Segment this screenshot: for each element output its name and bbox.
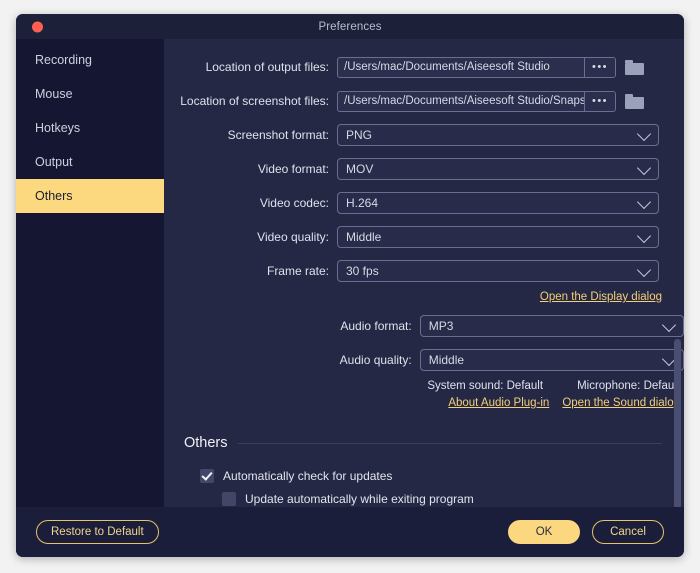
video-codec-row: Video codec: H.264 bbox=[164, 189, 684, 217]
about-audio-plugin-link[interactable]: About Audio Plug-in bbox=[448, 397, 549, 409]
audio-quality-label: Audio quality: bbox=[339, 353, 412, 367]
folder-icon[interactable] bbox=[625, 93, 644, 109]
frame-rate-select[interactable]: 30 fps bbox=[337, 260, 659, 282]
sidebar-item-label: Others bbox=[35, 189, 73, 203]
auto-check-updates-label: Automatically check for updates bbox=[223, 469, 393, 483]
audio-quality-row: Audio quality: Middle bbox=[164, 346, 684, 374]
video-quality-select[interactable]: Middle bbox=[337, 226, 659, 248]
screenshot-location-value[interactable]: /Users/mac/Documents/Aiseesoft Studio/Sn… bbox=[338, 95, 584, 107]
screenshot-format-label: Screenshot format: bbox=[227, 128, 329, 142]
video-quality-label: Video quality: bbox=[257, 230, 329, 244]
screenshot-format-value: PNG bbox=[346, 128, 373, 142]
auto-check-updates-row[interactable]: Automatically check for updates bbox=[164, 469, 684, 483]
frame-rate-row: Frame rate: 30 fps bbox=[164, 257, 684, 285]
microphone-label: Microphone: bbox=[577, 380, 641, 392]
audio-quality-select[interactable]: Middle bbox=[419, 349, 684, 371]
audio-format-value: MP3 bbox=[428, 319, 454, 333]
close-icon[interactable] bbox=[32, 21, 43, 32]
video-codec-select[interactable]: H.264 bbox=[337, 192, 659, 214]
window-title: Preferences bbox=[318, 20, 382, 33]
audio-format-select[interactable]: MP3 bbox=[419, 315, 684, 337]
video-format-select[interactable]: MOV bbox=[337, 158, 659, 180]
video-codec-label: Video codec: bbox=[259, 196, 329, 210]
screenshot-location-row: Location of screenshot files: /Users/mac… bbox=[164, 87, 684, 115]
output-location-value[interactable]: /Users/mac/Documents/Aiseesoft Studio bbox=[338, 61, 584, 73]
auto-update-exit-checkbox[interactable] bbox=[222, 492, 236, 506]
sound-devices-row: System sound: Default Microphone: Defaul… bbox=[164, 380, 684, 392]
settings-panel: Location of output files: /Users/mac/Doc… bbox=[164, 39, 684, 507]
screenshot-format-select[interactable]: PNG bbox=[337, 124, 659, 146]
sidebar-item-label: Recording bbox=[35, 53, 92, 67]
output-location-row: Location of output files: /Users/mac/Doc… bbox=[164, 53, 684, 81]
auto-update-exit-label: Update automatically while exiting progr… bbox=[245, 492, 474, 506]
frame-rate-value: 30 fps bbox=[346, 264, 379, 278]
video-format-value: MOV bbox=[346, 162, 374, 176]
system-sound-value: Default bbox=[506, 380, 544, 392]
screenshot-format-row: Screenshot format: PNG bbox=[164, 121, 684, 149]
screenshot-location-field[interactable]: /Users/mac/Documents/Aiseesoft Studio/Sn… bbox=[337, 90, 616, 112]
output-location-browse-button[interactable]: ••• bbox=[584, 57, 615, 77]
system-sound-label: System sound: bbox=[427, 380, 504, 392]
audio-links-row: About Audio Plug-in Open the Sound dialo… bbox=[164, 397, 684, 409]
sidebar-item-others[interactable]: Others bbox=[16, 179, 164, 213]
restore-to-default-button[interactable]: Restore to Default bbox=[36, 520, 159, 544]
video-format-row: Video format: MOV bbox=[164, 155, 684, 183]
sidebar-item-label: Hotkeys bbox=[35, 121, 81, 135]
sidebar-item-recording[interactable]: Recording bbox=[16, 43, 164, 77]
chevron-down-icon bbox=[636, 126, 652, 142]
preferences-window: Preferences Recording Mouse Hotkeys Outp… bbox=[16, 14, 684, 557]
audio-quality-value: Middle bbox=[428, 353, 465, 367]
screenshot-location-browse-button[interactable]: ••• bbox=[584, 91, 615, 111]
auto-update-exit-row[interactable]: Update automatically while exiting progr… bbox=[164, 492, 684, 506]
others-section-header: Others bbox=[164, 435, 684, 451]
video-quality-value: Middle bbox=[346, 230, 382, 244]
frame-rate-label: Frame rate: bbox=[266, 264, 329, 278]
open-sound-dialog-link[interactable]: Open the Sound dialog bbox=[562, 397, 680, 409]
ok-button[interactable]: OK bbox=[508, 520, 580, 544]
folder-icon[interactable] bbox=[625, 59, 644, 75]
section-divider bbox=[237, 442, 662, 444]
sidebar-item-label: Mouse bbox=[35, 87, 73, 101]
footer-bar: Restore to Default OK Cancel bbox=[16, 507, 684, 557]
audio-format-label: Audio format: bbox=[340, 319, 412, 333]
audio-format-row: Audio format: MP3 bbox=[164, 312, 684, 340]
video-codec-value: H.264 bbox=[346, 196, 379, 210]
auto-check-updates-checkbox[interactable] bbox=[200, 469, 214, 483]
cancel-button[interactable]: Cancel bbox=[592, 520, 664, 544]
sidebar-item-mouse[interactable]: Mouse bbox=[16, 77, 164, 111]
title-bar: Preferences bbox=[16, 14, 684, 39]
chevron-down-icon bbox=[636, 228, 652, 244]
chevron-down-icon bbox=[636, 160, 652, 176]
chevron-down-icon bbox=[636, 262, 652, 278]
video-quality-row: Video quality: Middle bbox=[164, 223, 684, 251]
open-display-dialog-link[interactable]: Open the Display dialog bbox=[540, 291, 662, 303]
chevron-down-icon bbox=[636, 194, 652, 210]
output-location-field[interactable]: /Users/mac/Documents/Aiseesoft Studio ••… bbox=[337, 56, 616, 78]
scrollbar-track[interactable] bbox=[674, 39, 682, 507]
output-location-label: Location of output files: bbox=[205, 60, 329, 74]
sidebar: Recording Mouse Hotkeys Output Others bbox=[16, 39, 164, 507]
video-format-label: Video format: bbox=[257, 162, 329, 176]
window-body: Recording Mouse Hotkeys Output Others Lo… bbox=[16, 39, 684, 507]
sidebar-item-hotkeys[interactable]: Hotkeys bbox=[16, 111, 164, 145]
others-section-title: Others bbox=[184, 435, 228, 451]
sidebar-item-label: Output bbox=[35, 155, 73, 169]
screenshot-location-label: Location of screenshot files: bbox=[180, 94, 329, 108]
scrollbar-thumb[interactable] bbox=[674, 339, 681, 507]
sidebar-item-output[interactable]: Output bbox=[16, 145, 164, 179]
display-dialog-link-row: Open the Display dialog bbox=[164, 291, 684, 303]
